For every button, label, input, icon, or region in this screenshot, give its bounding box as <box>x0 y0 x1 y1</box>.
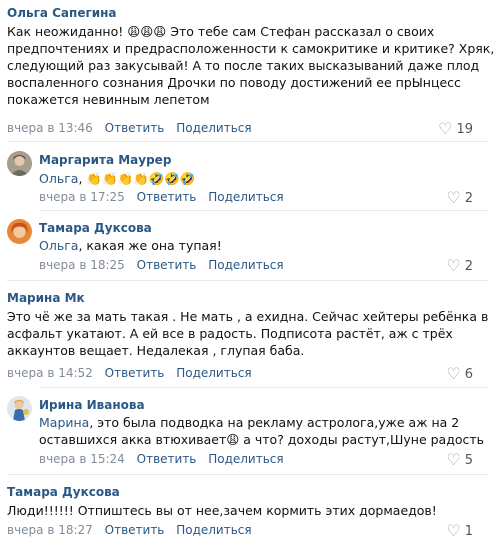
comment-meta: вчера в 13:46 Ответить Поделиться <box>7 121 252 135</box>
reply-link[interactable]: Ответить <box>105 523 165 537</box>
comment-meta: вчера в 18:27 Ответить Поделиться <box>7 523 252 537</box>
reply-link[interactable]: Ответить <box>137 452 197 466</box>
share-link[interactable]: Поделиться <box>176 121 251 135</box>
avatar[interactable] <box>7 151 32 176</box>
comment-text-line: воспаленного сознания Дрочки по поводу д… <box>7 75 461 90</box>
heart-icon: ♡ <box>446 521 461 540</box>
comment-text: Ольга, 👏👏👏👏🤣🤣🤣 <box>39 170 195 187</box>
avatar[interactable] <box>7 396 32 421</box>
heart-icon: ♡ <box>446 188 461 207</box>
share-link[interactable]: Поделиться <box>208 258 283 272</box>
comment-meta: вчера в 14:52 Ответить Поделиться <box>7 366 252 380</box>
comment-text: Марина, это была подводка на рекламу аст… <box>39 414 459 431</box>
comment-date[interactable]: вчера в 17:25 <box>39 190 125 204</box>
mention-link[interactable]: Ольга <box>39 238 78 253</box>
comment-author[interactable]: Марина Мк <box>7 291 85 305</box>
comment-text-line: асфальт укатают. А ей все в радость. Под… <box>7 326 453 341</box>
comment-author[interactable]: Ирина Иванова <box>39 398 145 412</box>
heart-icon: ♡ <box>446 450 461 469</box>
comment-meta: вчера в 17:25 Ответить Поделиться <box>39 190 284 204</box>
reply-link[interactable]: Ответить <box>105 121 165 135</box>
comment-text-rest: , 👏👏👏👏🤣🤣🤣 <box>78 171 196 186</box>
divider <box>7 474 488 475</box>
like-count: 5 <box>464 453 473 468</box>
heart-icon: ♡ <box>446 256 461 275</box>
comment-author[interactable]: Маргарита Маурер <box>39 153 171 167</box>
comment-text-rest: , это была подводка на рекламу астролога… <box>89 415 460 430</box>
comment-text-line: аккаунтов вещает. Недалекая , глупая баб… <box>7 343 305 358</box>
comment-text-line: предпочтениях и предрасположенности к са… <box>7 41 495 56</box>
comment-text-line: оставшихся акка втюхивает😩 а что? доходы… <box>39 432 485 447</box>
like-button[interactable]: ♡ 2 <box>446 188 473 207</box>
comment-date[interactable]: вчера в 15:24 <box>39 452 125 466</box>
comment-author[interactable]: Тамара Дуксова <box>39 221 152 235</box>
comment-text-rest: , какая же она тупая! <box>78 238 222 253</box>
share-link[interactable]: Поделиться <box>176 366 251 380</box>
like-button[interactable]: ♡ 2 <box>446 256 473 275</box>
comment-meta: вчера в 15:24 Ответить Поделиться <box>39 452 284 466</box>
reply-link[interactable]: Ответить <box>105 366 165 380</box>
reply-link[interactable]: Ответить <box>137 258 197 272</box>
share-link[interactable]: Поделиться <box>176 523 251 537</box>
like-button[interactable]: ♡ 19 <box>438 119 473 138</box>
comment-date[interactable]: вчера в 13:46 <box>7 121 93 135</box>
comment-date[interactable]: вчера в 14:52 <box>7 366 93 380</box>
like-count: 6 <box>464 367 473 382</box>
comment-date[interactable]: вчера в 18:25 <box>39 258 125 272</box>
like-count: 2 <box>464 191 473 206</box>
comment-author[interactable]: Тамара Дуксова <box>7 485 120 499</box>
mention-link[interactable]: Ольга <box>39 171 78 186</box>
comment-text-line: следующий раз закусывай! А то после таки… <box>7 58 480 73</box>
heart-icon: ♡ <box>438 119 453 138</box>
divider <box>7 141 488 142</box>
comment-text: Ольга, какая же она тупая! <box>39 237 222 254</box>
comment-text-line: Это чё же за мать такая . Не мать , а ех… <box>7 309 489 324</box>
like-count: 2 <box>464 259 473 274</box>
divider <box>39 210 488 211</box>
like-count: 19 <box>456 122 473 137</box>
mention-link[interactable]: Марина <box>39 415 89 430</box>
heart-icon: ♡ <box>446 364 461 383</box>
like-button[interactable]: ♡ 1 <box>446 521 473 540</box>
share-link[interactable]: Поделиться <box>208 452 283 466</box>
share-link[interactable]: Поделиться <box>208 190 283 204</box>
reply-link[interactable]: Ответить <box>137 190 197 204</box>
divider <box>7 280 488 281</box>
comment-text-line: Как неожиданно! 😩😩😩 Это тебе сам Стефан … <box>7 24 435 39</box>
comment-text-line: Люди!!!!!! Отпиштесь вы от нее,зачем кор… <box>7 503 437 518</box>
comment-date[interactable]: вчера в 18:27 <box>7 523 93 537</box>
like-button[interactable]: ♡ 6 <box>446 364 473 383</box>
divider <box>39 387 488 388</box>
avatar[interactable] <box>7 219 32 244</box>
comment-meta: вчера в 18:25 Ответить Поделиться <box>39 258 284 272</box>
like-button[interactable]: ♡ 5 <box>446 450 473 469</box>
comment-text-line: покажется невинным лепетом <box>7 92 210 107</box>
comment-author[interactable]: Ольга Сапегина <box>7 6 117 20</box>
